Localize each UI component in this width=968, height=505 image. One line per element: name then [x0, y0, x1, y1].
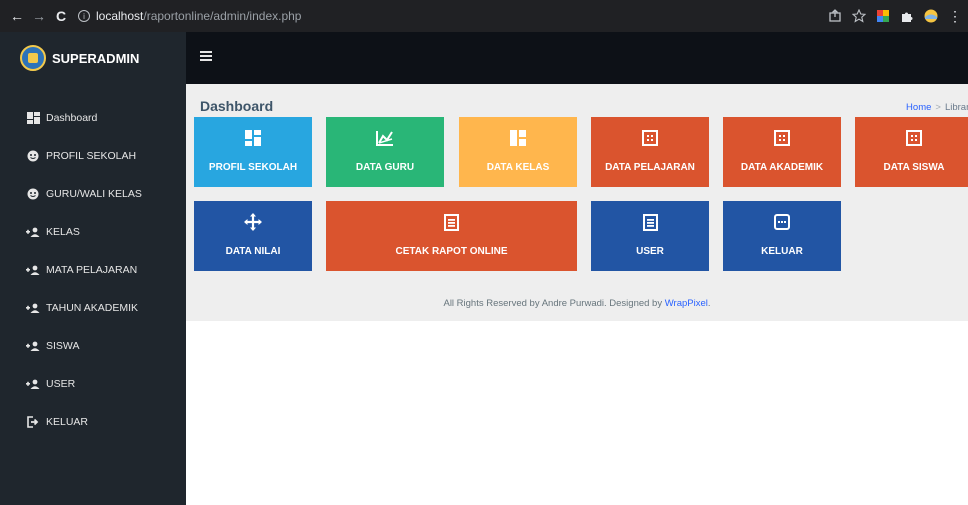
account-group-icon [26, 302, 40, 314]
sidebar-item-label: SISWA [46, 340, 80, 352]
document-icon [642, 213, 658, 231]
sidebar-item-label: MATA PELAJARAN [46, 264, 138, 276]
share-icon[interactable] [828, 9, 842, 23]
tile-data-pelajaran[interactable]: DATA PELAJARAN [591, 117, 709, 187]
tile-profil-sekolah[interactable]: PROFIL SEKOLAH [194, 117, 312, 187]
sidebar-item-user[interactable]: USER [0, 365, 186, 403]
browser-toolbar: ← → C i localhost/raportonline/admin/ind… [0, 0, 968, 32]
tile-data-akademik[interactable]: DATA AKADEMIK [723, 117, 841, 187]
sidebar-item-label: KELUAR [46, 416, 89, 428]
sidebar-item-dashboard[interactable]: Dashboard [0, 99, 186, 137]
tile-user[interactable]: USER [591, 201, 709, 271]
sidebar-item-label: USER [46, 378, 76, 390]
main-content: Dashboard Home >Library PROFIL SEKOLAH DA… [186, 84, 968, 321]
address-bar[interactable]: i localhost/raportonline/admin/index.php [78, 9, 301, 23]
sidebar-item-guru-wali-kelas[interactable]: GURU/WALI KELAS [0, 175, 186, 213]
school-logo-icon [20, 45, 46, 71]
breadcrumb-current: Library [944, 102, 968, 113]
document-icon [444, 213, 459, 231]
footer-end: . [707, 298, 711, 309]
puzzle-icon[interactable] [900, 9, 914, 23]
message-dots-icon [774, 213, 790, 231]
footer-wrappixel-link[interactable]: WrapPixel [665, 298, 708, 309]
tile-label: KELUAR [761, 246, 803, 257]
forward-arrow-icon[interactable]: → [28, 5, 50, 27]
menu-toggle-icon[interactable] [200, 51, 212, 61]
calendar-icon [774, 129, 790, 147]
breadcrumb-home-link[interactable]: Home [906, 102, 931, 113]
topbar [186, 32, 968, 84]
sidebar-item-label: PROFIL SEKOLAH [46, 150, 137, 162]
breadcrumb: Home >Library [906, 102, 968, 113]
tile-data-kelas[interactable]: DATA KELAS [459, 117, 577, 187]
profile-avatar-icon[interactable] [924, 9, 938, 23]
tile-data-nilai[interactable]: DATA NILAI [194, 201, 312, 271]
tile-data-siswa[interactable]: DATA SISWA [855, 117, 968, 187]
footer-text: All Rights Reserved by Andre Purwadi. De… [443, 298, 665, 309]
face-icon [26, 188, 40, 200]
footer: All Rights Reserved by Andre Purwadi. De… [186, 298, 968, 309]
sidebar-item-kelas[interactable]: KELAS [0, 213, 186, 251]
account-group-icon [26, 264, 40, 276]
sidebar-item-label: TAHUN AKADEMIK [46, 302, 138, 314]
tile-label: PROFIL SEKOLAH [208, 162, 298, 173]
sidebar-item-keluar[interactable]: KELUAR [0, 403, 186, 441]
tile-label: DATA KELAS [486, 162, 550, 173]
url-host: localhost [96, 9, 144, 23]
account-group-icon [26, 378, 40, 390]
tile-label: DATA AKADEMIK [740, 162, 824, 173]
sidebar-item-label: GURU/WALI KELAS [46, 188, 142, 200]
account-group-icon [26, 226, 40, 238]
tile-label: DATA NILAI [225, 246, 281, 257]
sidebar-item-tahun-akademik[interactable]: TAHUN AKADEMIK [0, 289, 186, 327]
face-icon [26, 150, 40, 162]
more-menu-icon[interactable]: ⋮ [948, 8, 962, 25]
tile-label: DATA GURU [355, 162, 415, 173]
tile-label: CETAK RAPOT ONLINE [395, 246, 508, 257]
brand[interactable]: SUPERADMIN [0, 32, 186, 84]
account-group-icon [26, 340, 40, 352]
info-icon[interactable]: i [78, 10, 90, 22]
logout-icon [26, 416, 40, 428]
url-path: /raportonline/admin/index.php [143, 9, 302, 23]
tile-label: DATA PELAJARAN [605, 162, 695, 173]
star-icon[interactable] [852, 9, 866, 23]
calendar-icon [906, 129, 922, 147]
tile-data-guru[interactable]: DATA GURU [326, 117, 444, 187]
tile-cetak-rapot-online[interactable]: CETAK RAPOT ONLINE [326, 201, 577, 271]
dashboard-icon [26, 112, 40, 124]
sidebar-item-mata-pelajaran[interactable]: MATA PELAJARAN [0, 251, 186, 289]
calendar-icon [642, 129, 658, 147]
move-arrows-icon [244, 213, 262, 231]
brand-title: SUPERADMIN [52, 50, 140, 66]
sidebar-item-profil-sekolah[interactable]: PROFIL SEKOLAH [0, 137, 186, 175]
sidebar-menu: Dashboard PROFIL SEKOLAH GURU/WALI KELAS… [0, 99, 186, 441]
view-quilt-icon [510, 129, 526, 147]
sidebar-item-label: Dashboard [46, 112, 98, 124]
breadcrumb-separator-icon: > [935, 102, 941, 113]
page-title: Dashboard [200, 98, 274, 114]
tile-label: USER [636, 246, 664, 257]
sidebar-item-label: KELAS [46, 226, 80, 238]
tile-label: DATA SISWA [883, 162, 945, 173]
chart-line-icon [376, 129, 394, 147]
back-arrow-icon[interactable]: ← [6, 5, 28, 27]
sidebar-item-siswa[interactable]: SISWA [0, 327, 186, 365]
reload-icon[interactable]: C [50, 5, 72, 27]
dashboard-icon [245, 129, 261, 147]
extension-colorful-icon[interactable] [876, 9, 890, 23]
tile-keluar[interactable]: KELUAR [723, 201, 841, 271]
sidebar: SUPERADMIN Dashboard PROFIL SEKOLAH GURU… [0, 32, 186, 505]
